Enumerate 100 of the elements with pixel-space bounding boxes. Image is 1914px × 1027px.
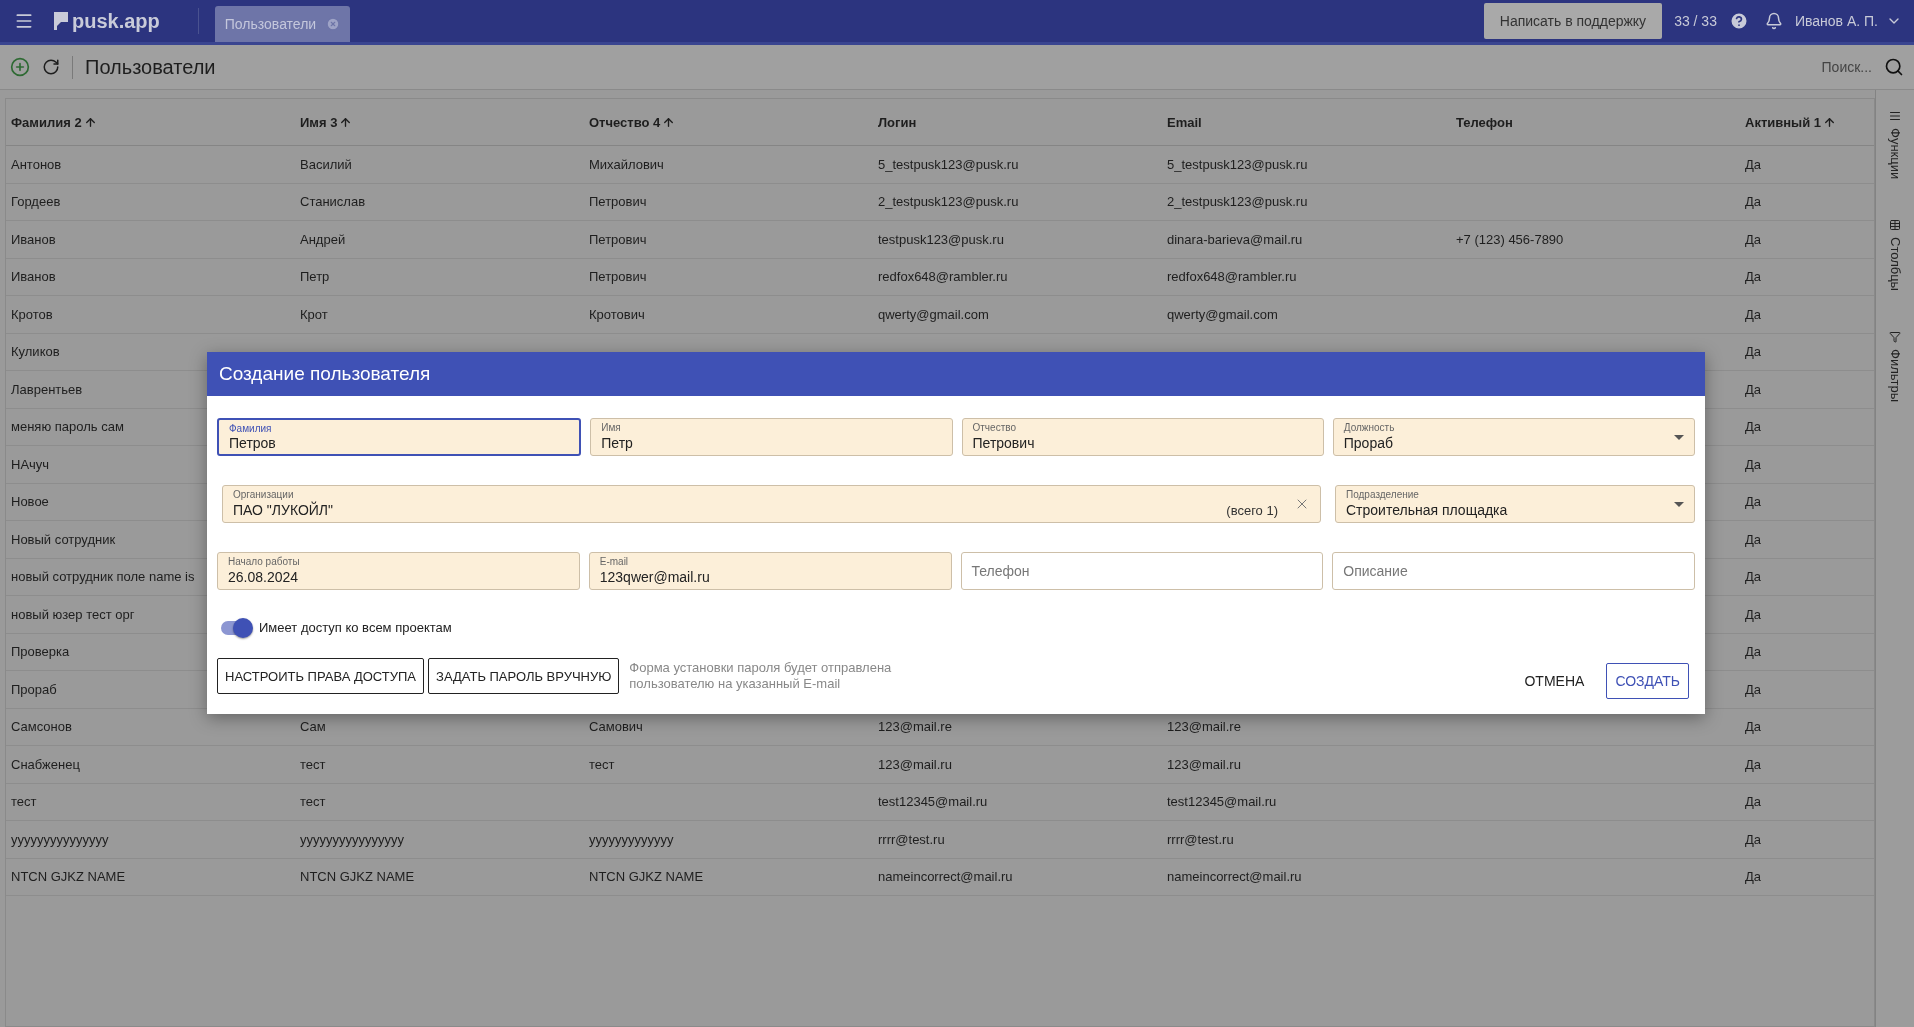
table-cell: 123@mail.re <box>878 719 952 735</box>
table-cell: новый сотрудник поле name is <box>11 569 195 585</box>
filter-icon <box>1889 331 1901 344</box>
field-label: Начало работы <box>228 556 300 567</box>
table-cell: yyyyyyyyyyyyy <box>589 831 674 847</box>
table-cell: Да <box>1745 194 1762 210</box>
input-field[interactable]: E-mail 123qwer@mail.ru <box>588 552 952 590</box>
table-cell: Андрей <box>300 231 346 247</box>
table-cell: Кротович <box>589 306 645 322</box>
table-cell: 2_testpusk123@pusk.ru <box>1167 194 1308 210</box>
menu-icon[interactable] <box>14 11 34 31</box>
side-panel-tab[interactable]: Фильтры <box>1887 331 1903 403</box>
table-cell: Сам <box>300 719 326 735</box>
table-cell: Да <box>1745 719 1762 735</box>
input-field[interactable]: Отчество Петрович <box>961 418 1324 456</box>
table-cell: 5_testpusk123@pusk.ru <box>1167 156 1308 172</box>
input-field[interactable]: Должность Прораб <box>1332 418 1695 456</box>
create-button[interactable]: СОЗДАТЬ <box>1606 663 1689 699</box>
side-panel-tab[interactable]: Столбцы <box>1887 219 1903 292</box>
refresh-icon[interactable] <box>42 58 60 76</box>
table-cell: Снабженец <box>11 756 80 772</box>
table-cell: Да <box>1745 644 1762 660</box>
table-cell: тест <box>11 794 37 810</box>
table-cell: Иванов <box>11 269 56 285</box>
table-cell: test12345@mail.ru <box>878 794 988 810</box>
table-cell: NTCN GJKZ NAME <box>589 869 704 885</box>
table-cell: Да <box>1745 869 1762 885</box>
table-cell: 5_testpusk123@pusk.ru <box>878 156 1019 172</box>
table-cell: Да <box>1745 681 1762 697</box>
outline-button[interactable]: НАСТРОИТЬ ПРАВА ДОСТУПА <box>217 658 425 694</box>
dropdown-caret-icon[interactable] <box>1674 501 1684 507</box>
table-cell: Василий <box>300 156 352 172</box>
table-cell: Новый сотрудник <box>11 531 116 547</box>
column-title: Фамилия 2 <box>11 114 82 130</box>
cancel-button[interactable]: ОТМЕНА <box>1514 663 1595 699</box>
table-cell: Крот <box>300 306 328 322</box>
add-icon[interactable] <box>10 57 30 77</box>
column-header[interactable]: Фамилия 2 <box>6 99 295 146</box>
column-header[interactable]: Имя 3 <box>295 99 584 146</box>
table-cell: 123@mail.ru <box>878 756 952 772</box>
table-icon <box>1889 219 1901 232</box>
column-header[interactable]: Активный 1 <box>1740 99 1874 146</box>
table-cell: Да <box>1745 156 1762 172</box>
column-header[interactable]: Отчество 4 <box>584 99 873 146</box>
table-cell: dinara-barieva@mail.ru <box>1167 231 1303 247</box>
table-cell: Проверка <box>11 644 70 660</box>
table-cell: Гордеев <box>11 194 61 210</box>
dropdown-caret-icon[interactable] <box>1674 434 1684 440</box>
search-field[interactable]: Поиск... <box>1821 59 1872 75</box>
table-cell: тест <box>300 756 326 772</box>
user-name[interactable]: Иванов А. П. <box>1794 13 1878 29</box>
field-label: Отчество <box>972 422 1016 433</box>
toggle-label: Имеет доступ ко всем проектам <box>259 620 452 635</box>
table-cell: Новое <box>11 494 49 510</box>
table-cell: rrrr@test.ru <box>1167 831 1234 847</box>
input-field[interactable]: Имя Петр <box>590 418 953 456</box>
list-icon <box>1889 110 1901 122</box>
table-cell: Да <box>1745 569 1762 585</box>
table-cell: новый юзер тест орг <box>11 606 135 622</box>
input-field[interactable]: Телефон <box>960 552 1324 590</box>
input-field[interactable]: Начало работы 26.08.2024 <box>217 552 580 590</box>
field-label: Организации <box>233 489 294 500</box>
table-cell: НАчуч <box>11 456 50 472</box>
table-cell: Да <box>1745 531 1762 547</box>
field-label: Имя <box>601 422 621 433</box>
table-cell: nameincorrect@mail.ru <box>1167 869 1302 885</box>
table-cell: Петрович <box>589 269 647 285</box>
table-cell: Да <box>1745 381 1762 397</box>
column-title: Активный 1 <box>1745 114 1822 130</box>
bell-icon[interactable] <box>1764 12 1783 30</box>
table-cell: rrrr@test.ru <box>878 831 945 847</box>
table-cell: Да <box>1745 306 1762 322</box>
input-field[interactable]: Организации ПАО "ЛУКОЙЛ" (всего 1) <box>222 485 1321 523</box>
outline-button[interactable]: ЗАДАТЬ ПАРОЛЬ ВРУЧНУЮ <box>428 658 620 694</box>
side-panel-tab[interactable]: Функции <box>1887 110 1903 180</box>
column-header[interactable]: Телефон <box>1451 99 1740 146</box>
support-button[interactable]: Написать в поддержку <box>1483 3 1663 39</box>
table-cell: Да <box>1745 756 1762 772</box>
table-cell: Да <box>1745 456 1762 472</box>
toggle-switch[interactable] <box>221 620 251 635</box>
table-cell: Лаврентьев <box>11 381 83 397</box>
column-header[interactable]: Email <box>1162 99 1451 146</box>
search-icon[interactable] <box>1884 57 1904 77</box>
table-cell: Куликов <box>11 344 60 360</box>
table-cell: Да <box>1745 831 1762 847</box>
table-cell: Прораб <box>11 681 57 697</box>
table-cell: Самович <box>589 719 643 735</box>
table-cell: тест <box>589 756 615 772</box>
column-header[interactable]: Логин <box>873 99 1162 146</box>
table-cell: Да <box>1745 344 1762 360</box>
table-cell: Да <box>1745 494 1762 510</box>
table-cell: redfox648@rambler.ru <box>878 269 1008 285</box>
input-field[interactable]: Подразделение Строительная площадка <box>1335 485 1695 523</box>
input-field[interactable]: Фамилия Петров <box>217 418 582 456</box>
table-cell: +7 (123) 456-7890 <box>1456 231 1564 247</box>
table-cell: тест <box>300 794 326 810</box>
input-field[interactable]: Описание <box>1332 552 1695 590</box>
help-icon[interactable] <box>1728 11 1749 31</box>
app-logo[interactable]: pusk.app <box>54 9 160 33</box>
column-title: Отчество 4 <box>589 114 661 130</box>
